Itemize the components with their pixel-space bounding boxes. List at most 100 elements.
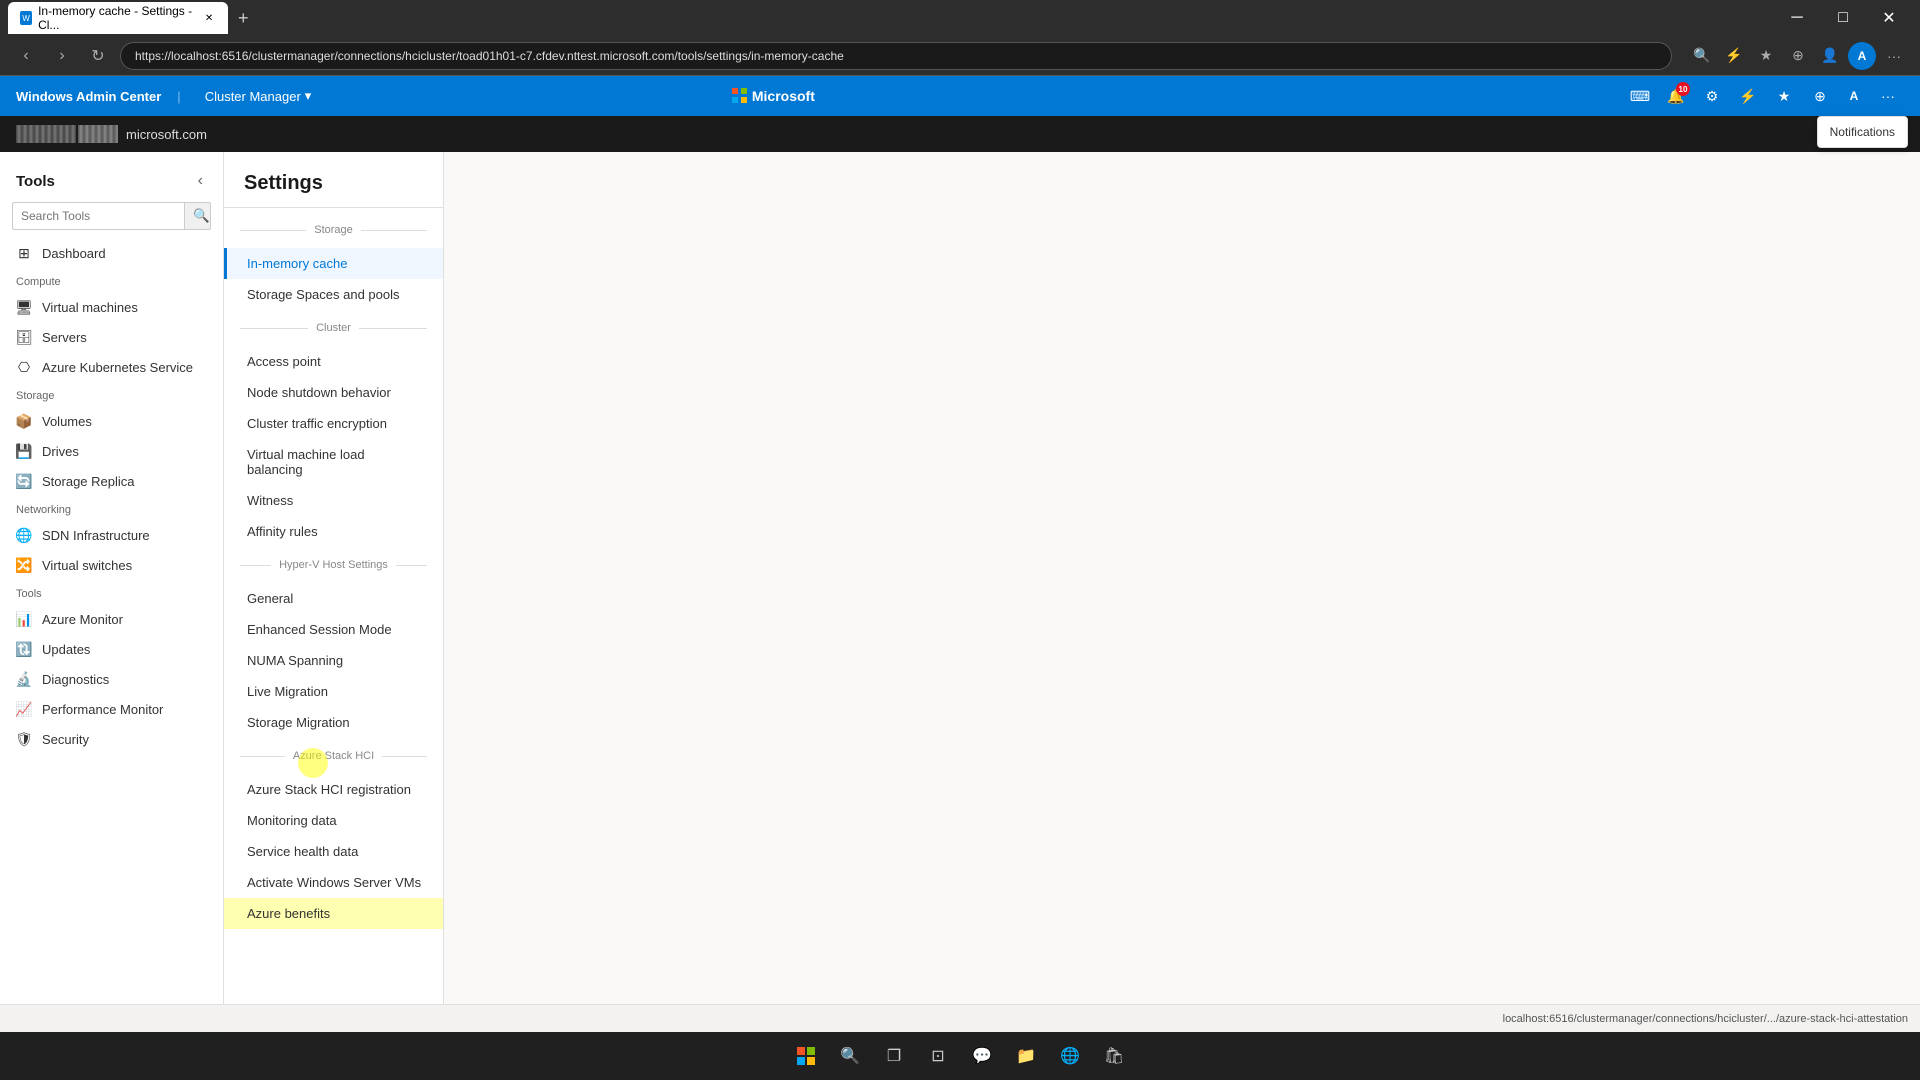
taskbar-search[interactable]: 🔍 [830,1036,870,1076]
settings-nav-numa-spanning[interactable]: NUMA Spanning [224,645,443,676]
main-layout: Tools ‹ 🔍 ⊞ Dashboard Compute 🖥 Virtual … [0,152,1920,1040]
taskbar-explorer[interactable]: 📁 [1006,1036,1046,1076]
sidebar-item-dashboard[interactable]: ⊞ Dashboard [0,238,223,268]
taskbar-store[interactable]: 🛍 [1094,1036,1134,1076]
sidebar-item-azure-monitor[interactable]: 📊 Azure Monitor [0,604,223,634]
settings-button[interactable]: ⚙ [1696,80,1728,112]
settings-nav-storage-spaces[interactable]: Storage Spaces and pools [224,279,443,310]
storage-section-label: Storage [0,382,223,406]
sidebar-item-performance-monitor[interactable]: 📈 Performance Monitor [0,694,223,724]
address-input[interactable] [120,42,1672,70]
hyperv-divider: Hyper-V Host Settings [240,551,427,579]
sidebar: Tools ‹ 🔍 ⊞ Dashboard Compute 🖥 Virtual … [0,152,224,1040]
notifications-button[interactable]: 🔔 10 [1660,80,1692,112]
maximize-button[interactable]: □ [1820,2,1866,34]
favorites-header-button[interactable]: ★ [1768,80,1800,112]
diagnostics-icon: 🔬 [16,671,32,687]
header-divider: | [177,89,180,104]
security-icon: 🛡 [16,731,32,747]
settings-nav-vm-load-balancing[interactable]: Virtual machine load balancing [224,439,443,485]
collections-header-button[interactable]: ⊕ [1804,80,1836,112]
updates-icon: 🔃 [16,641,32,657]
new-tab-button[interactable]: + [232,6,255,31]
sidebar-item-virtual-machines[interactable]: 🖥 Virtual machines [0,292,223,322]
sidebar-title: Tools [16,173,55,190]
search-address-icon[interactable]: 🔍 [1688,42,1716,70]
settings-nav-service-health-data[interactable]: Service health data [224,836,443,867]
sidebar-item-security[interactable]: 🛡 Security [0,724,223,754]
window-controls: ─ □ ✕ [1774,2,1912,34]
profile-avatar[interactable]: A [1848,42,1876,70]
minimize-button[interactable]: ─ [1774,2,1820,34]
sidebar-item-sdn[interactable]: 🌐 SDN Infrastructure [0,520,223,550]
app-header: Windows Admin Center | Cluster Manager ▾… [0,76,1920,116]
org-logo: microsoft.com [16,125,207,143]
refresh-button[interactable]: ↻ [84,42,112,70]
more-header-button[interactable]: ··· [1872,80,1904,112]
org-domain: microsoft.com [126,127,207,142]
settings-nav-monitoring-data[interactable]: Monitoring data [224,805,443,836]
more-button[interactable]: ··· [1880,42,1908,70]
forward-button[interactable]: › [48,42,76,70]
settings-nav-affinity-rules[interactable]: Affinity rules [224,516,443,547]
storage-divider: Storage [240,216,427,244]
back-button[interactable]: ‹ [12,42,40,70]
search-input[interactable] [13,204,184,228]
taskbar-edge[interactable]: 🌐 [1050,1036,1090,1076]
storage-replica-icon: 🔄 [16,473,32,489]
terminal-button[interactable]: ⌨ [1624,80,1656,112]
settings-nav-azure-benefits[interactable]: Azure benefits [224,898,443,929]
header-profile-avatar[interactable]: A [1840,82,1868,110]
extensions-icon[interactable]: ⚡ [1720,42,1748,70]
azure-monitor-icon: 📊 [16,611,32,627]
tab-close-button[interactable]: ✕ [202,10,216,26]
sidebar-collapse-button[interactable]: ‹ [194,168,207,194]
microsoft-logo: Microsoft [732,88,815,104]
sidebar-item-azure-kubernetes[interactable]: ⎔ Azure Kubernetes Service [0,352,223,382]
sidebar-item-diagnostics[interactable]: 🔬 Diagnostics [0,664,223,694]
tab-favicon: W [20,11,32,25]
favorites-icon[interactable]: ★ [1752,42,1780,70]
status-bar: localhost:6516/clustermanager/connection… [0,1004,1920,1032]
sidebar-item-drives[interactable]: 💾 Drives [0,436,223,466]
search-button[interactable]: 🔍 [184,203,211,229]
settings-nav-storage-migration[interactable]: Storage Migration [224,707,443,738]
settings-nav-live-migration[interactable]: Live Migration [224,676,443,707]
logo-pixels [16,125,118,143]
settings-nav-witness[interactable]: Witness [224,485,443,516]
sidebar-header: Tools ‹ [0,152,223,202]
extensions-button[interactable]: ⚡ [1732,80,1764,112]
networking-section-label: Networking [0,496,223,520]
close-button[interactable]: ✕ [1866,2,1912,34]
start-button[interactable] [786,1036,826,1076]
status-url: localhost:6516/clustermanager/connection… [1503,1013,1908,1025]
settings-nav-activate-windows[interactable]: Activate Windows Server VMs [224,867,443,898]
settings-nav-azure-stack-registration[interactable]: Azure Stack HCI registration [224,774,443,805]
account-icon[interactable]: 👤 [1816,42,1844,70]
settings-nav-access-point[interactable]: Access point [224,346,443,377]
collections-icon[interactable]: ⊕ [1784,42,1812,70]
active-tab[interactable]: W In-memory cache - Settings - Cl... ✕ [8,2,228,34]
browser-tab-bar: W In-memory cache - Settings - Cl... ✕ +… [0,0,1920,36]
settings-nav-enhanced-session[interactable]: Enhanced Session Mode [224,614,443,645]
sidebar-item-updates[interactable]: 🔃 Updates [0,634,223,664]
azure-stack-section-header: Azure Stack HCI [285,750,382,762]
taskbar-chat[interactable]: 💬 [962,1036,1002,1076]
settings-panel: Settings Storage In-memory cache Storage… [224,152,1920,1040]
taskbar-widgets[interactable]: ⊡ [918,1036,958,1076]
taskbar-taskview[interactable]: ❐ [874,1036,914,1076]
settings-nav-general[interactable]: General [224,583,443,614]
volumes-icon: 📦 [16,413,32,429]
settings-content [444,152,1920,1040]
sidebar-item-volumes[interactable]: 📦 Volumes [0,406,223,436]
kubernetes-icon: ⎔ [16,359,32,375]
cluster-manager-button[interactable]: Cluster Manager ▾ [197,84,320,108]
notification-count: 10 [1676,82,1690,96]
sidebar-item-storage-replica[interactable]: 🔄 Storage Replica [0,466,223,496]
settings-nav-in-memory-cache[interactable]: In-memory cache [224,248,443,279]
sidebar-item-virtual-switches[interactable]: 🔀 Virtual switches [0,550,223,580]
sidebar-nav: ⊞ Dashboard Compute 🖥 Virtual machines 🗄… [0,238,223,1009]
settings-nav-cluster-traffic[interactable]: Cluster traffic encryption [224,408,443,439]
sidebar-item-servers[interactable]: 🗄 Servers [0,322,223,352]
settings-nav-node-shutdown[interactable]: Node shutdown behavior [224,377,443,408]
